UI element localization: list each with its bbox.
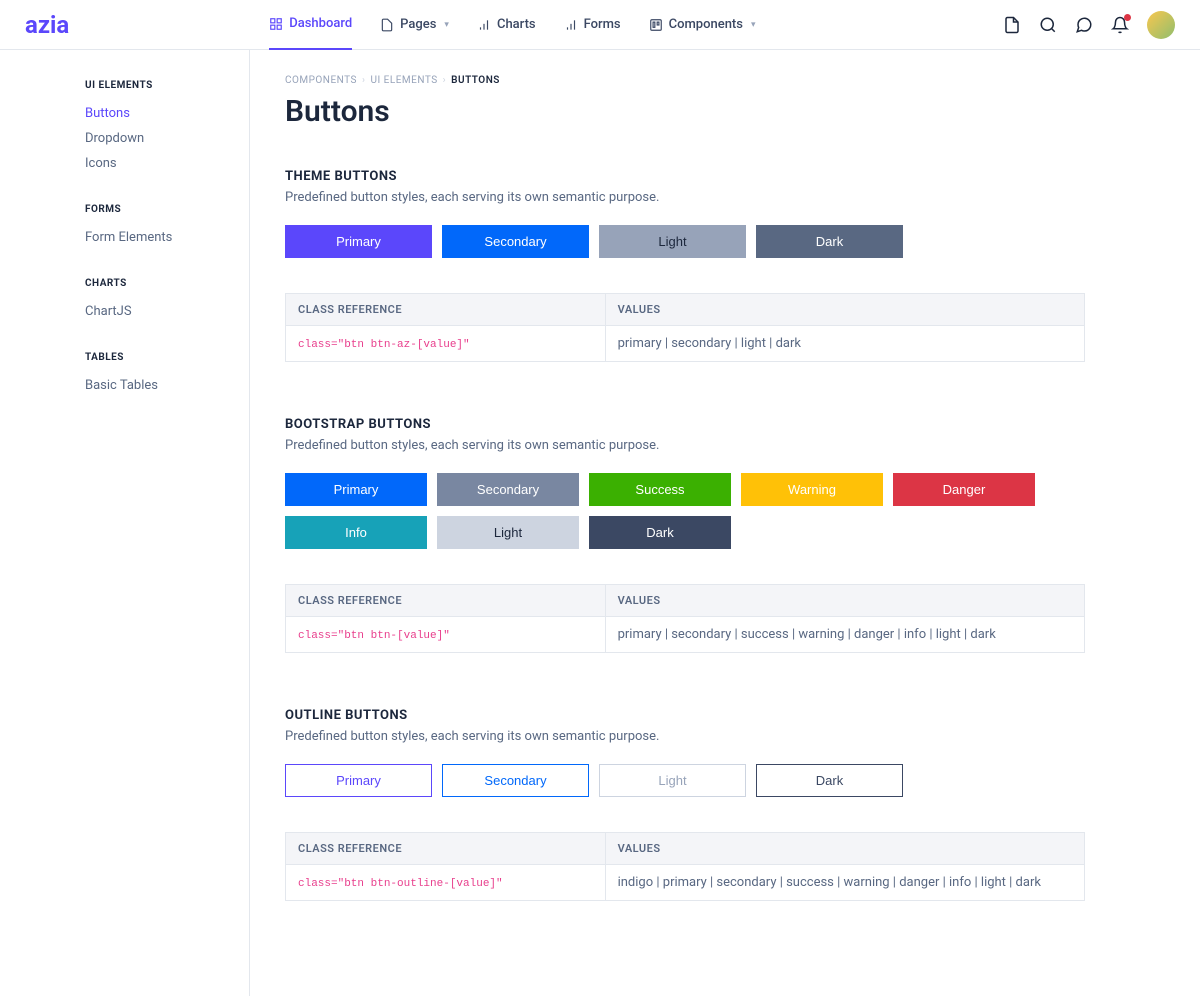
sidebar-item-dropdown[interactable]: Dropdown — [85, 126, 249, 151]
section: BOOTSTRAP BUTTONS Predefined button style… — [285, 417, 1085, 653]
demo-button-danger[interactable]: Danger — [893, 473, 1035, 506]
sidebar-group: CHARTS ChartJS — [85, 278, 249, 324]
main-nav: Dashboard Pages ▾ Charts Forms Components ▾ — [269, 0, 1003, 50]
section-desc: Predefined button styles, each serving i… — [285, 729, 1085, 744]
demo-button-primary[interactable]: Primary — [285, 764, 432, 797]
sections-container: THEME BUTTONS Predefined button styles, e… — [285, 169, 1085, 901]
button-row: Primary Secondary Light Dark — [285, 764, 1085, 797]
breadcrumb: COMPONENTS › UI ELEMENTS › BUTTONS — [285, 75, 1085, 86]
sidebar-group: TABLES Basic Tables — [85, 352, 249, 398]
demo-button-secondary[interactable]: Secondary — [437, 473, 579, 506]
chevron-down-icon: ▾ — [444, 20, 449, 30]
main-content: COMPONENTS › UI ELEMENTS › BUTTONS Buttons T… — [250, 50, 1200, 996]
values-cell: indigo | primary | secondary | success |… — [605, 865, 1084, 901]
table-row: class="btn btn-az-[value]"primary | seco… — [286, 326, 1085, 362]
demo-button-info[interactable]: Info — [285, 516, 427, 549]
table-header: VALUES — [605, 833, 1084, 865]
chevron-down-icon: ▾ — [751, 20, 756, 30]
demo-button-dark[interactable]: Dark — [756, 225, 903, 258]
demo-button-light[interactable]: Light — [599, 764, 746, 797]
sidebar-heading: TABLES — [85, 352, 249, 363]
sidebar-item-form-elements[interactable]: Form Elements — [85, 225, 249, 250]
reference-table: CLASS REFERENCEVALUESclass="btn btn-outl… — [285, 832, 1085, 901]
demo-button-dark[interactable]: Dark — [589, 516, 731, 549]
section-title: BOOTSTRAP BUTTONS — [285, 417, 1085, 432]
demo-button-light[interactable]: Light — [599, 225, 746, 258]
sidebar-item-icons[interactable]: Icons — [85, 151, 249, 176]
demo-button-success[interactable]: Success — [589, 473, 731, 506]
sidebar-group: FORMS Form Elements — [85, 204, 249, 250]
section-desc: Predefined button styles, each serving i… — [285, 438, 1085, 453]
demo-button-light[interactable]: Light — [437, 516, 579, 549]
code-cell: class="btn btn-outline-[value]" — [286, 865, 606, 901]
sidebar-heading: FORMS — [85, 204, 249, 215]
sidebar-group: UI ELEMENTS ButtonsDropdownIcons — [85, 80, 249, 176]
notification-dot — [1124, 14, 1131, 21]
sidebar-heading: CHARTS — [85, 278, 249, 289]
demo-button-secondary[interactable]: Secondary — [442, 764, 589, 797]
section: OUTLINE BUTTONS Predefined button styles,… — [285, 708, 1085, 901]
header-actions — [1003, 11, 1175, 39]
section-title: THEME BUTTONS — [285, 169, 1085, 184]
nav-item-components[interactable]: Components ▾ — [649, 0, 756, 50]
table-header: CLASS REFERENCE — [286, 294, 606, 326]
table-header: VALUES — [605, 294, 1084, 326]
sidebar-item-buttons[interactable]: Buttons — [85, 101, 249, 126]
nav-item-charts[interactable]: Charts — [477, 0, 536, 50]
nav-icon — [564, 18, 578, 32]
table-header: CLASS REFERENCE — [286, 585, 606, 617]
code-cell: class="btn btn-[value]" — [286, 617, 606, 653]
search-icon[interactable] — [1039, 16, 1057, 34]
nav-item-pages[interactable]: Pages ▾ — [380, 0, 449, 50]
reference-table: CLASS REFERENCEVALUESclass="btn btn-az-[… — [285, 293, 1085, 362]
nav-label: Pages — [400, 17, 436, 32]
section-title: OUTLINE BUTTONS — [285, 708, 1085, 723]
nav-item-forms[interactable]: Forms — [564, 0, 621, 50]
table-header: CLASS REFERENCE — [286, 833, 606, 865]
chat-icon[interactable] — [1075, 16, 1093, 34]
demo-button-primary[interactable]: Primary — [285, 473, 427, 506]
sidebar-heading: UI ELEMENTS — [85, 80, 249, 91]
nav-label: Forms — [584, 17, 621, 32]
demo-button-primary[interactable]: Primary — [285, 225, 432, 258]
document-icon[interactable] — [1003, 16, 1021, 34]
page-title: Buttons — [285, 94, 1085, 129]
nav-item-dashboard[interactable]: Dashboard — [269, 0, 352, 50]
breadcrumb-separator: › — [362, 75, 366, 86]
demo-button-warning[interactable]: Warning — [741, 473, 883, 506]
table-header: VALUES — [605, 585, 1084, 617]
nav-icon — [649, 18, 663, 32]
demo-button-dark[interactable]: Dark — [756, 764, 903, 797]
table-row: class="btn btn-[value]"primary | seconda… — [286, 617, 1085, 653]
values-cell: primary | secondary | success | warning … — [605, 617, 1084, 653]
button-row: Primary Secondary Success Warning Danger Info… — [285, 473, 1085, 549]
section: THEME BUTTONS Predefined button styles, e… — [285, 169, 1085, 362]
header: azia Dashboard Pages ▾ Charts Forms Component… — [0, 0, 1200, 50]
sidebar-item-chartjs[interactable]: ChartJS — [85, 299, 249, 324]
nav-icon — [477, 18, 491, 32]
sidebar-item-basic-tables[interactable]: Basic Tables — [85, 373, 249, 398]
bell-icon[interactable] — [1111, 16, 1129, 34]
section-desc: Predefined button styles, each serving i… — [285, 190, 1085, 205]
nav-label: Dashboard — [289, 16, 352, 31]
breadcrumb-separator: › — [443, 75, 447, 86]
nav-icon — [269, 17, 283, 31]
avatar[interactable] — [1147, 11, 1175, 39]
sidebar: UI ELEMENTS ButtonsDropdownIcons FORMS Form… — [0, 50, 250, 996]
nav-label: Components — [669, 17, 743, 32]
breadcrumb-item[interactable]: COMPONENTS — [285, 75, 357, 86]
code-cell: class="btn btn-az-[value]" — [286, 326, 606, 362]
demo-button-secondary[interactable]: Secondary — [442, 225, 589, 258]
breadcrumb-item: BUTTONS — [451, 75, 500, 86]
values-cell: primary | secondary | light | dark — [605, 326, 1084, 362]
nav-label: Charts — [497, 17, 536, 32]
button-row: Primary Secondary Light Dark — [285, 225, 1085, 258]
nav-icon — [380, 18, 394, 32]
breadcrumb-item[interactable]: UI ELEMENTS — [370, 75, 437, 86]
reference-table: CLASS REFERENCEVALUESclass="btn btn-[val… — [285, 584, 1085, 653]
logo[interactable]: azia — [25, 11, 69, 39]
table-row: class="btn btn-outline-[value]"indigo | … — [286, 865, 1085, 901]
